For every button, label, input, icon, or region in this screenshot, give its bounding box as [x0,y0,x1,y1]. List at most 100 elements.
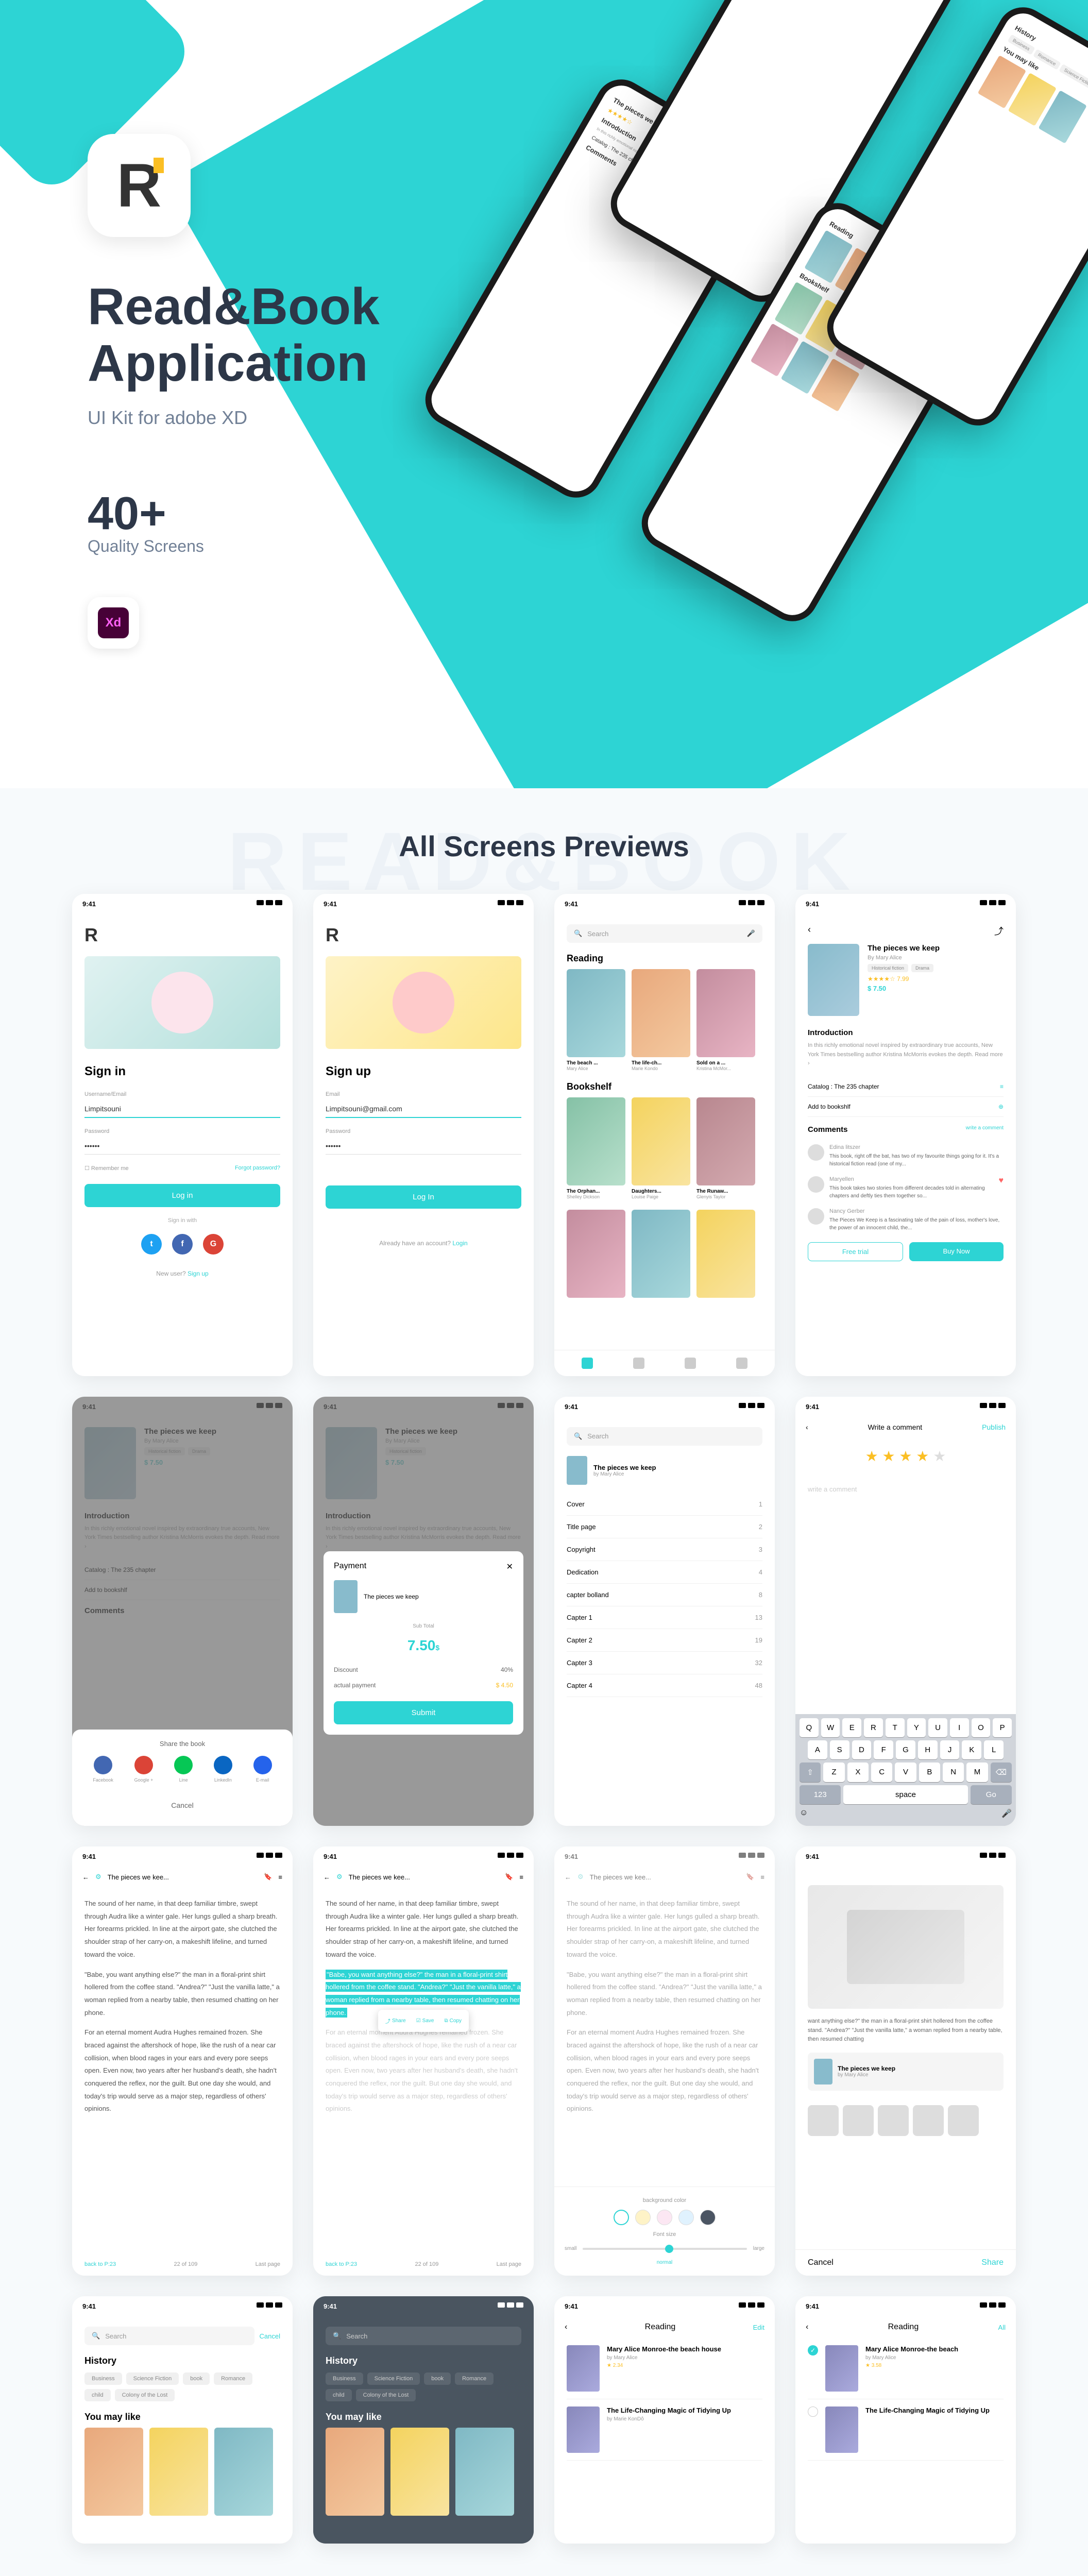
book-item[interactable] [567,1210,625,1301]
book-item[interactable]: The beach ...Mary Alice [567,969,625,1071]
nav-library-icon[interactable] [582,1358,593,1369]
image-thumb[interactable] [808,2105,839,2136]
login-button[interactable]: Log in [84,1184,280,1207]
free-trial-button[interactable]: Free trial [808,1242,903,1261]
bg-color-pink[interactable] [657,2210,672,2225]
list-item[interactable]: ✓ Mary Alice Monroe-the beachby Mary Ali… [808,2338,1004,2399]
history-tag[interactable]: Science Fiction [126,2372,179,2385]
book-item[interactable] [632,1210,690,1301]
search-input[interactable]: 🔍 Search🎤 [567,924,762,943]
toc-item[interactable]: Capter 219 [567,1629,762,1652]
book-item[interactable]: Sold on a ...Kristina McMor... [696,969,755,1071]
nav-bookmark-icon[interactable] [633,1358,644,1369]
cancel-button[interactable]: Cancel [808,2258,834,2267]
bg-color-blue[interactable] [678,2210,694,2225]
back-button[interactable]: ‹ [806,2323,808,2332]
cancel-button[interactable]: Cancel [260,2332,280,2340]
settings-icon[interactable]: ⚙ [95,1873,101,1881]
toc-item[interactable]: Dedication4 [567,1561,762,1584]
back-button[interactable]: ‹ [808,924,811,938]
toc-item[interactable]: Title page2 [567,1516,762,1538]
back-page-link[interactable]: back to P:23 [84,2261,116,2267]
remember-checkbox[interactable]: ☐ Remember me [84,1165,129,1172]
password-input[interactable]: •••••• [84,1138,280,1155]
font-size-slider[interactable] [583,2248,746,2250]
checkbox-icon[interactable] [808,2406,818,2417]
search-input[interactable]: 🔍 Search [326,2327,521,2345]
history-tag[interactable]: Business [84,2372,122,2385]
catalog-link[interactable]: Catalog : The 235 chapter≡ [808,1077,1004,1097]
bg-color-dark[interactable] [700,2210,716,2225]
share-facebook[interactable]: Facebook [93,1756,113,1783]
toc-item[interactable]: capter bolland8 [567,1584,762,1606]
hero-section: R Read&BookApplication UI Kit for adobe … [0,0,1088,788]
book-item[interactable] [696,1210,755,1301]
image-thumb[interactable] [843,2105,874,2136]
list-item[interactable]: Mary Alice Monroe-the beach houseby Mary… [567,2338,762,2399]
username-input[interactable]: Limpitsouni [84,1100,280,1118]
toc-icon[interactable]: ≡ [278,1873,282,1881]
submit-button[interactable]: Submit [334,1701,513,1724]
publish-button[interactable]: Publish [982,1423,1006,1431]
list-item[interactable]: The Life-Changing Magic of Tidying Upby … [567,2399,762,2461]
toc-item[interactable]: Capter 448 [567,1674,762,1697]
save-button[interactable]: ☑ Save [412,2015,438,2027]
add-bookshelf-link[interactable]: Add to bookshlf⊕ [808,1097,1004,1117]
copy-button[interactable]: ⧉ Copy [440,2015,466,2027]
password-input[interactable]: •••••• [326,1138,521,1155]
write-comment-link[interactable]: write a comment [966,1125,1004,1138]
book-item[interactable]: The Orphan...Shelley Dickson [567,1097,625,1199]
bookmark-icon[interactable]: 🔖 [264,1873,272,1881]
history-tag[interactable]: Colony of the Lost [115,2389,175,2401]
twitter-button[interactable]: t [141,1234,162,1255]
list-item[interactable]: The Life-Changing Magic of Tidying Up [808,2399,1004,2461]
signup-link[interactable]: Sign up [188,1270,209,1277]
checkbox-icon[interactable]: ✓ [808,2345,818,2355]
reader-content[interactable]: The sound of her name, in that deep fami… [72,1887,293,2133]
share-linkedin[interactable]: LinkedIn [214,1756,232,1783]
buy-now-button[interactable]: Buy Now [909,1242,1004,1261]
facebook-button[interactable]: f [172,1234,193,1255]
email-input[interactable]: Limpitsouni@gmail.com [326,1100,521,1118]
keyboard[interactable]: QWERTYUIOP ASDFGHJKL ⇧ZXCVBNM⌫ 123spaceG… [795,1714,1016,1826]
share-icon[interactable]: ⤴ [994,924,1004,938]
share-button[interactable]: ⤴ Share [381,2015,410,2027]
toc-item[interactable]: Cover1 [567,1493,762,1516]
forgot-password-link[interactable]: Forgot password? [235,1165,280,1172]
star-rating[interactable]: ★ ★ ★ ★ ★ [795,1448,1016,1465]
image-thumb[interactable] [878,2105,909,2136]
close-icon[interactable]: ✕ [506,1562,513,1572]
cancel-button[interactable]: Cancel [82,1795,282,1816]
login-link[interactable]: Login [452,1240,467,1247]
bg-color-white[interactable] [614,2210,629,2225]
toc-item[interactable]: Copyright3 [567,1538,762,1561]
book-item[interactable]: The life-ch...Marie Kondo [632,969,690,1071]
book-item[interactable]: Daughters...Louise Paige [632,1097,690,1199]
google-button[interactable]: G [203,1234,224,1255]
edit-button[interactable]: Edit [753,2324,764,2331]
back-button[interactable]: ← [82,1873,89,1881]
toc-item[interactable]: Capter 332 [567,1652,762,1674]
search-input[interactable]: 🔍 Search [567,1427,762,1446]
bg-color-sepia[interactable] [635,2210,651,2225]
share-google[interactable]: Google + [134,1756,154,1783]
image-thumb[interactable] [913,2105,944,2136]
share-line[interactable]: Line [174,1756,193,1783]
all-button[interactable]: All [998,2324,1006,2331]
last-page-link[interactable]: Last page [256,2261,280,2267]
back-button[interactable]: ‹ [806,1423,808,1431]
book-item[interactable]: The Runaw...Glenyis Taylor [696,1097,755,1199]
nav-profile-icon[interactable] [736,1358,747,1369]
login-button[interactable]: Log In [326,1185,521,1209]
share-email[interactable]: E-mail [253,1756,272,1783]
search-input[interactable]: 🔍 Search [84,2327,254,2345]
nav-grid-icon[interactable] [685,1358,696,1369]
toc-item[interactable]: Capter 113 [567,1606,762,1629]
back-button[interactable]: ‹ [565,2323,567,2332]
share-button[interactable]: Share [981,2258,1004,2267]
comment-textarea[interactable]: write a comment [795,1475,1016,1503]
image-thumb[interactable] [948,2105,979,2136]
history-tag[interactable]: Romance [214,2372,252,2385]
history-tag[interactable]: child [84,2389,111,2401]
history-tag[interactable]: book [183,2372,210,2385]
